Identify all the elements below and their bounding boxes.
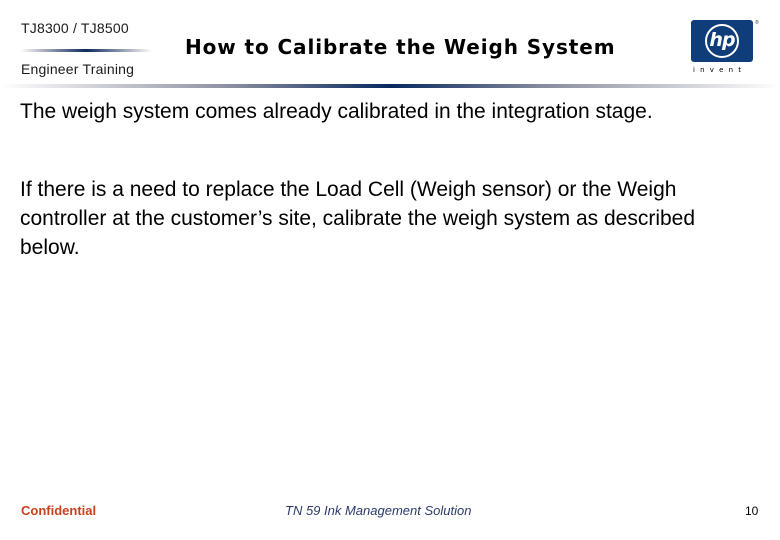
slide-title: How to Calibrate the Weigh System: [185, 35, 616, 59]
hp-logo-icon: hp: [691, 20, 753, 62]
logo-tagline: invent: [693, 66, 747, 74]
page-number: 10: [745, 504, 759, 518]
header-short-divider: [20, 49, 152, 52]
hp-logo-text: hp: [709, 29, 735, 51]
body-paragraph: If there is a need to replace the Load C…: [20, 178, 696, 259]
course-label: Engineer Training: [21, 61, 135, 77]
document-name: TN 59 Ink Management Solution: [285, 503, 472, 518]
product-line-label: TJ8300 / TJ8500: [21, 20, 129, 36]
trademark-symbol: ®: [755, 20, 759, 26]
header-divider: [0, 84, 780, 88]
body-paragraph: The weigh system comes already calibrate…: [20, 100, 653, 123]
hp-invent-logo: hp ® invent: [691, 20, 759, 76]
confidential-label: Confidential: [21, 503, 97, 518]
